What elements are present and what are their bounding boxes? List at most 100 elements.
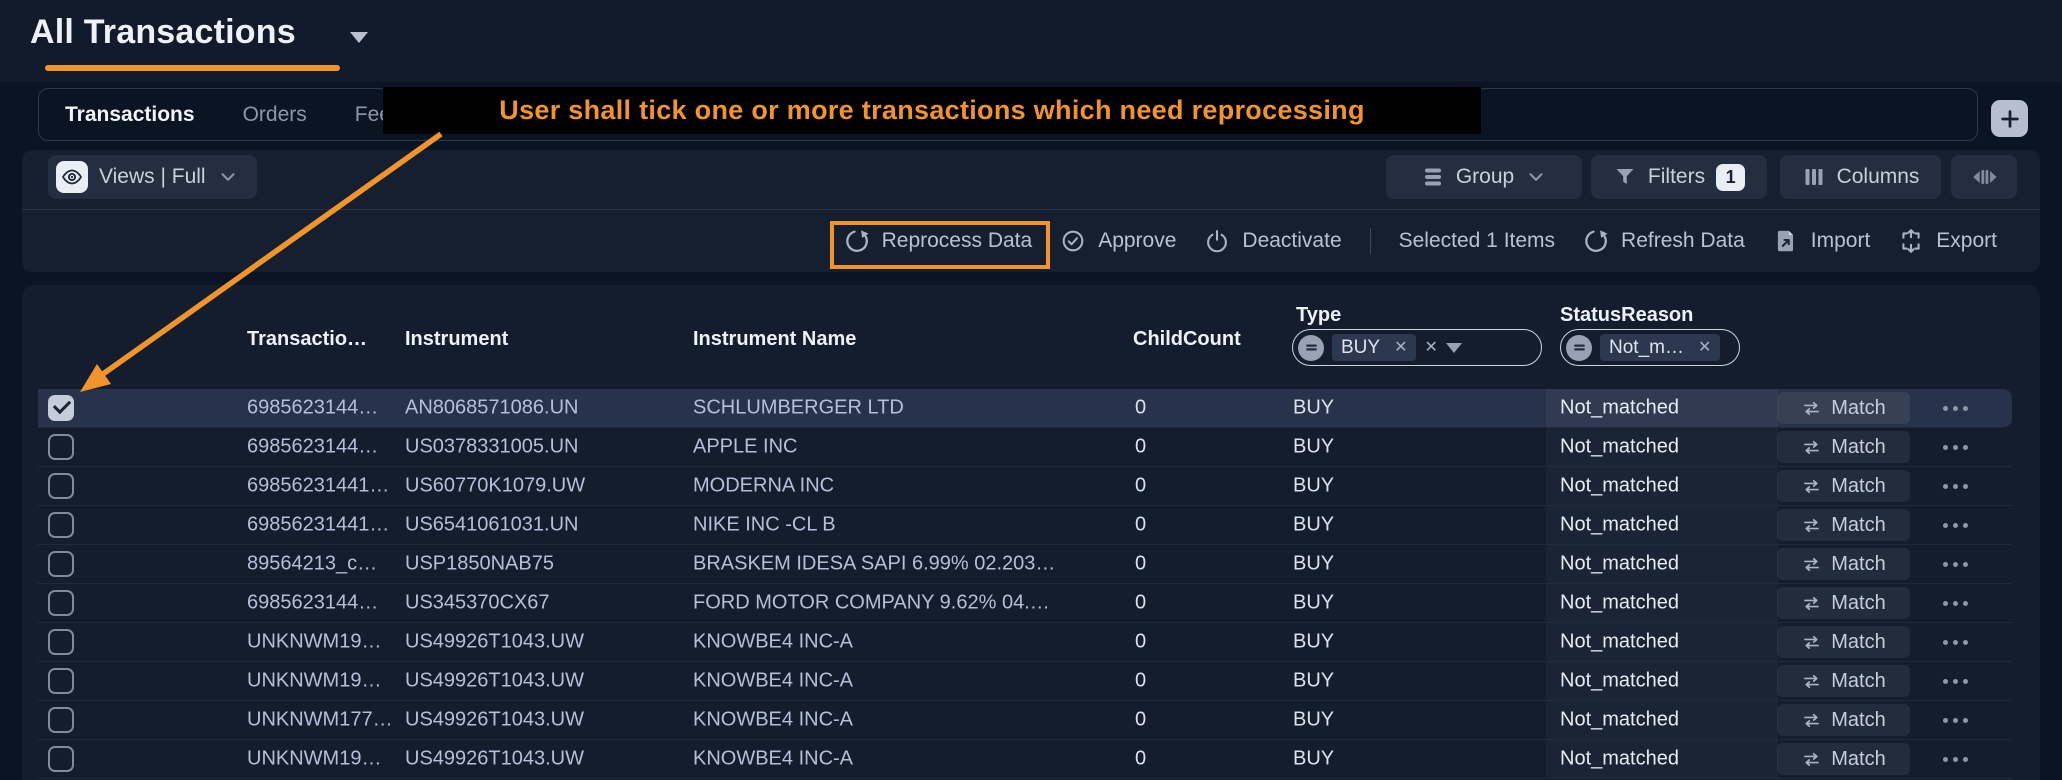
row-checkbox[interactable] [48,473,74,499]
match-button[interactable]: Match [1777,548,1910,580]
cell-instrument: US0378331005.UN [405,436,578,459]
row-checkbox[interactable] [48,746,74,772]
import-label: Import [1811,229,1871,253]
row-menu-button[interactable] [1931,584,1979,622]
statusreason-value: Not_matched [1560,670,1679,693]
table-row[interactable]: 69856231441… US60770K1079.UW MODERNA INC… [38,467,2012,506]
match-button-label: Match [1831,475,1885,498]
type-filter-chip[interactable]: BUY ✕ [1332,334,1416,361]
page-title: All Transactions [30,13,296,52]
collapse-panels-button[interactable] [1951,155,2017,199]
cell-type: BUY [1293,592,1334,615]
column-header-childcount[interactable]: ChildCount [1133,328,1241,351]
match-button[interactable]: Match [1777,470,1910,502]
row-checkbox[interactable] [48,590,74,616]
cell-instrument: AN8068571086.UN [405,397,578,420]
row-menu-button[interactable] [1931,428,1979,466]
table-row[interactable]: 6985623144… AN8068571086.UN SCHLUMBERGER… [38,389,2012,428]
cell-transaction-id: 6985623144… [247,592,378,615]
table-row[interactable]: 89564213_c… USP1850NAB75 BRASKEM IDESA S… [38,545,2012,584]
match-button-label: Match [1831,709,1885,732]
table-row[interactable]: UNKNWM19… US49926T1043.UW KNOWBE4 INC-A … [38,623,2012,662]
cell-type: BUY [1293,670,1334,693]
reprocess-data-button[interactable]: Reprocess Data [844,228,1033,254]
row-menu-button[interactable] [1931,467,1979,505]
cell-statusreason: Not_matched [1546,467,1778,505]
type-filter-pill[interactable]: BUY ✕ ✕ [1292,329,1542,366]
table-row[interactable]: UNKNWM177… US49926T1043.UW KNOWBE4 INC-A… [38,701,2012,740]
match-button[interactable]: Match [1777,665,1910,697]
tab-orders[interactable]: Orders [243,103,307,127]
title-dropdown-caret-icon[interactable] [350,32,368,43]
cell-instrument-name: KNOWBE4 INC-A [693,631,853,654]
swap-arrows-icon [1801,437,1822,458]
row-menu-button[interactable] [1931,506,1979,544]
row-checkbox[interactable] [48,629,74,655]
statusreason-filter-chip[interactable]: Not_m… ✕ [1600,334,1720,361]
row-checkbox[interactable] [48,668,74,694]
type-filter-value: BUY [1341,337,1380,359]
cell-instrument-name: KNOWBE4 INC-A [693,670,853,693]
import-button[interactable]: Import [1773,228,1871,254]
export-button[interactable]: Export [1898,228,1997,254]
refresh-data-label: Refresh Data [1621,229,1745,253]
column-header-statusreason[interactable]: StatusReason [1560,304,1693,327]
column-header-instrument-name[interactable]: Instrument Name [693,328,856,351]
row-checkbox[interactable] [48,395,74,421]
cell-instrument: US6541061031.UN [405,514,578,537]
match-button[interactable]: Match [1777,587,1910,619]
filter-operator-icon[interactable] [1298,335,1324,361]
chevron-down-icon [1525,166,1547,188]
remove-statusreason-filter-icon[interactable]: ✕ [1698,340,1711,356]
deactivate-button[interactable]: Deactivate [1204,228,1341,254]
table-row[interactable]: 6985623144… US345370CX67 FORD MOTOR COMP… [38,584,2012,623]
clear-type-filter-icon[interactable]: ✕ [1424,340,1437,356]
row-checkbox[interactable] [48,707,74,733]
filter-operator-icon[interactable] [1566,335,1592,361]
group-button[interactable]: Group [1386,155,1582,199]
match-button[interactable]: Match [1777,626,1910,658]
row-menu-button[interactable] [1931,389,1979,427]
funnel-icon [1613,165,1637,189]
approve-label: Approve [1098,229,1176,253]
row-menu-button[interactable] [1931,662,1979,700]
column-header-instrument[interactable]: Instrument [405,328,508,351]
table-row[interactable]: UNKNWM19… US49926T1043.UW KNOWBE4 INC-A … [38,740,2012,779]
match-button[interactable]: Match [1777,392,1910,424]
swap-arrows-icon [1801,710,1822,731]
match-button[interactable]: Match [1777,743,1910,775]
column-header-transaction[interactable]: Transactio… [247,328,367,351]
cell-statusreason: Not_matched [1546,740,1778,778]
row-checkbox[interactable] [48,512,74,538]
row-menu-button[interactable] [1931,740,1979,778]
row-menu-button[interactable] [1931,701,1979,739]
table-row[interactable]: 6985623144… US0378331005.UN APPLE INC 0 … [38,428,2012,467]
row-menu-button[interactable] [1931,545,1979,583]
match-button[interactable]: Match [1777,704,1910,736]
remove-type-filter-icon[interactable]: ✕ [1394,340,1407,356]
cell-childcount: 0 [1135,553,1146,576]
type-filter-dropdown-icon[interactable] [1446,343,1462,353]
cell-statusreason: Not_matched [1546,662,1778,700]
table-row[interactable]: UNKNWM19… US49926T1043.UW KNOWBE4 INC-A … [38,662,2012,701]
cell-instrument: US49926T1043.UW [405,709,584,732]
add-tab-button[interactable] [1991,100,2028,137]
cell-transaction-id: UNKNWM19… [247,631,381,654]
statusreason-filter-pill[interactable]: Not_m… ✕ [1560,329,1740,366]
row-checkbox[interactable] [48,551,74,577]
refresh-data-button[interactable]: Refresh Data [1583,228,1745,254]
views-selector-button[interactable]: Views | Full [48,155,257,199]
columns-button[interactable]: Columns [1780,155,1941,199]
match-button[interactable]: Match [1777,431,1910,463]
filters-button[interactable]: Filters 1 [1591,155,1767,199]
cell-childcount: 0 [1135,475,1146,498]
row-menu-button[interactable] [1931,623,1979,661]
table-row[interactable]: 69856231441… US6541061031.UN NIKE INC -C… [38,506,2012,545]
approve-button[interactable]: Approve [1060,228,1176,254]
match-button[interactable]: Match [1777,509,1910,541]
column-header-type[interactable]: Type [1296,304,1341,327]
cell-statusreason: Not_matched [1546,584,1778,622]
row-checkbox[interactable] [48,434,74,460]
tab-transactions[interactable]: Transactions [65,103,195,127]
import-file-icon [1773,228,1799,254]
